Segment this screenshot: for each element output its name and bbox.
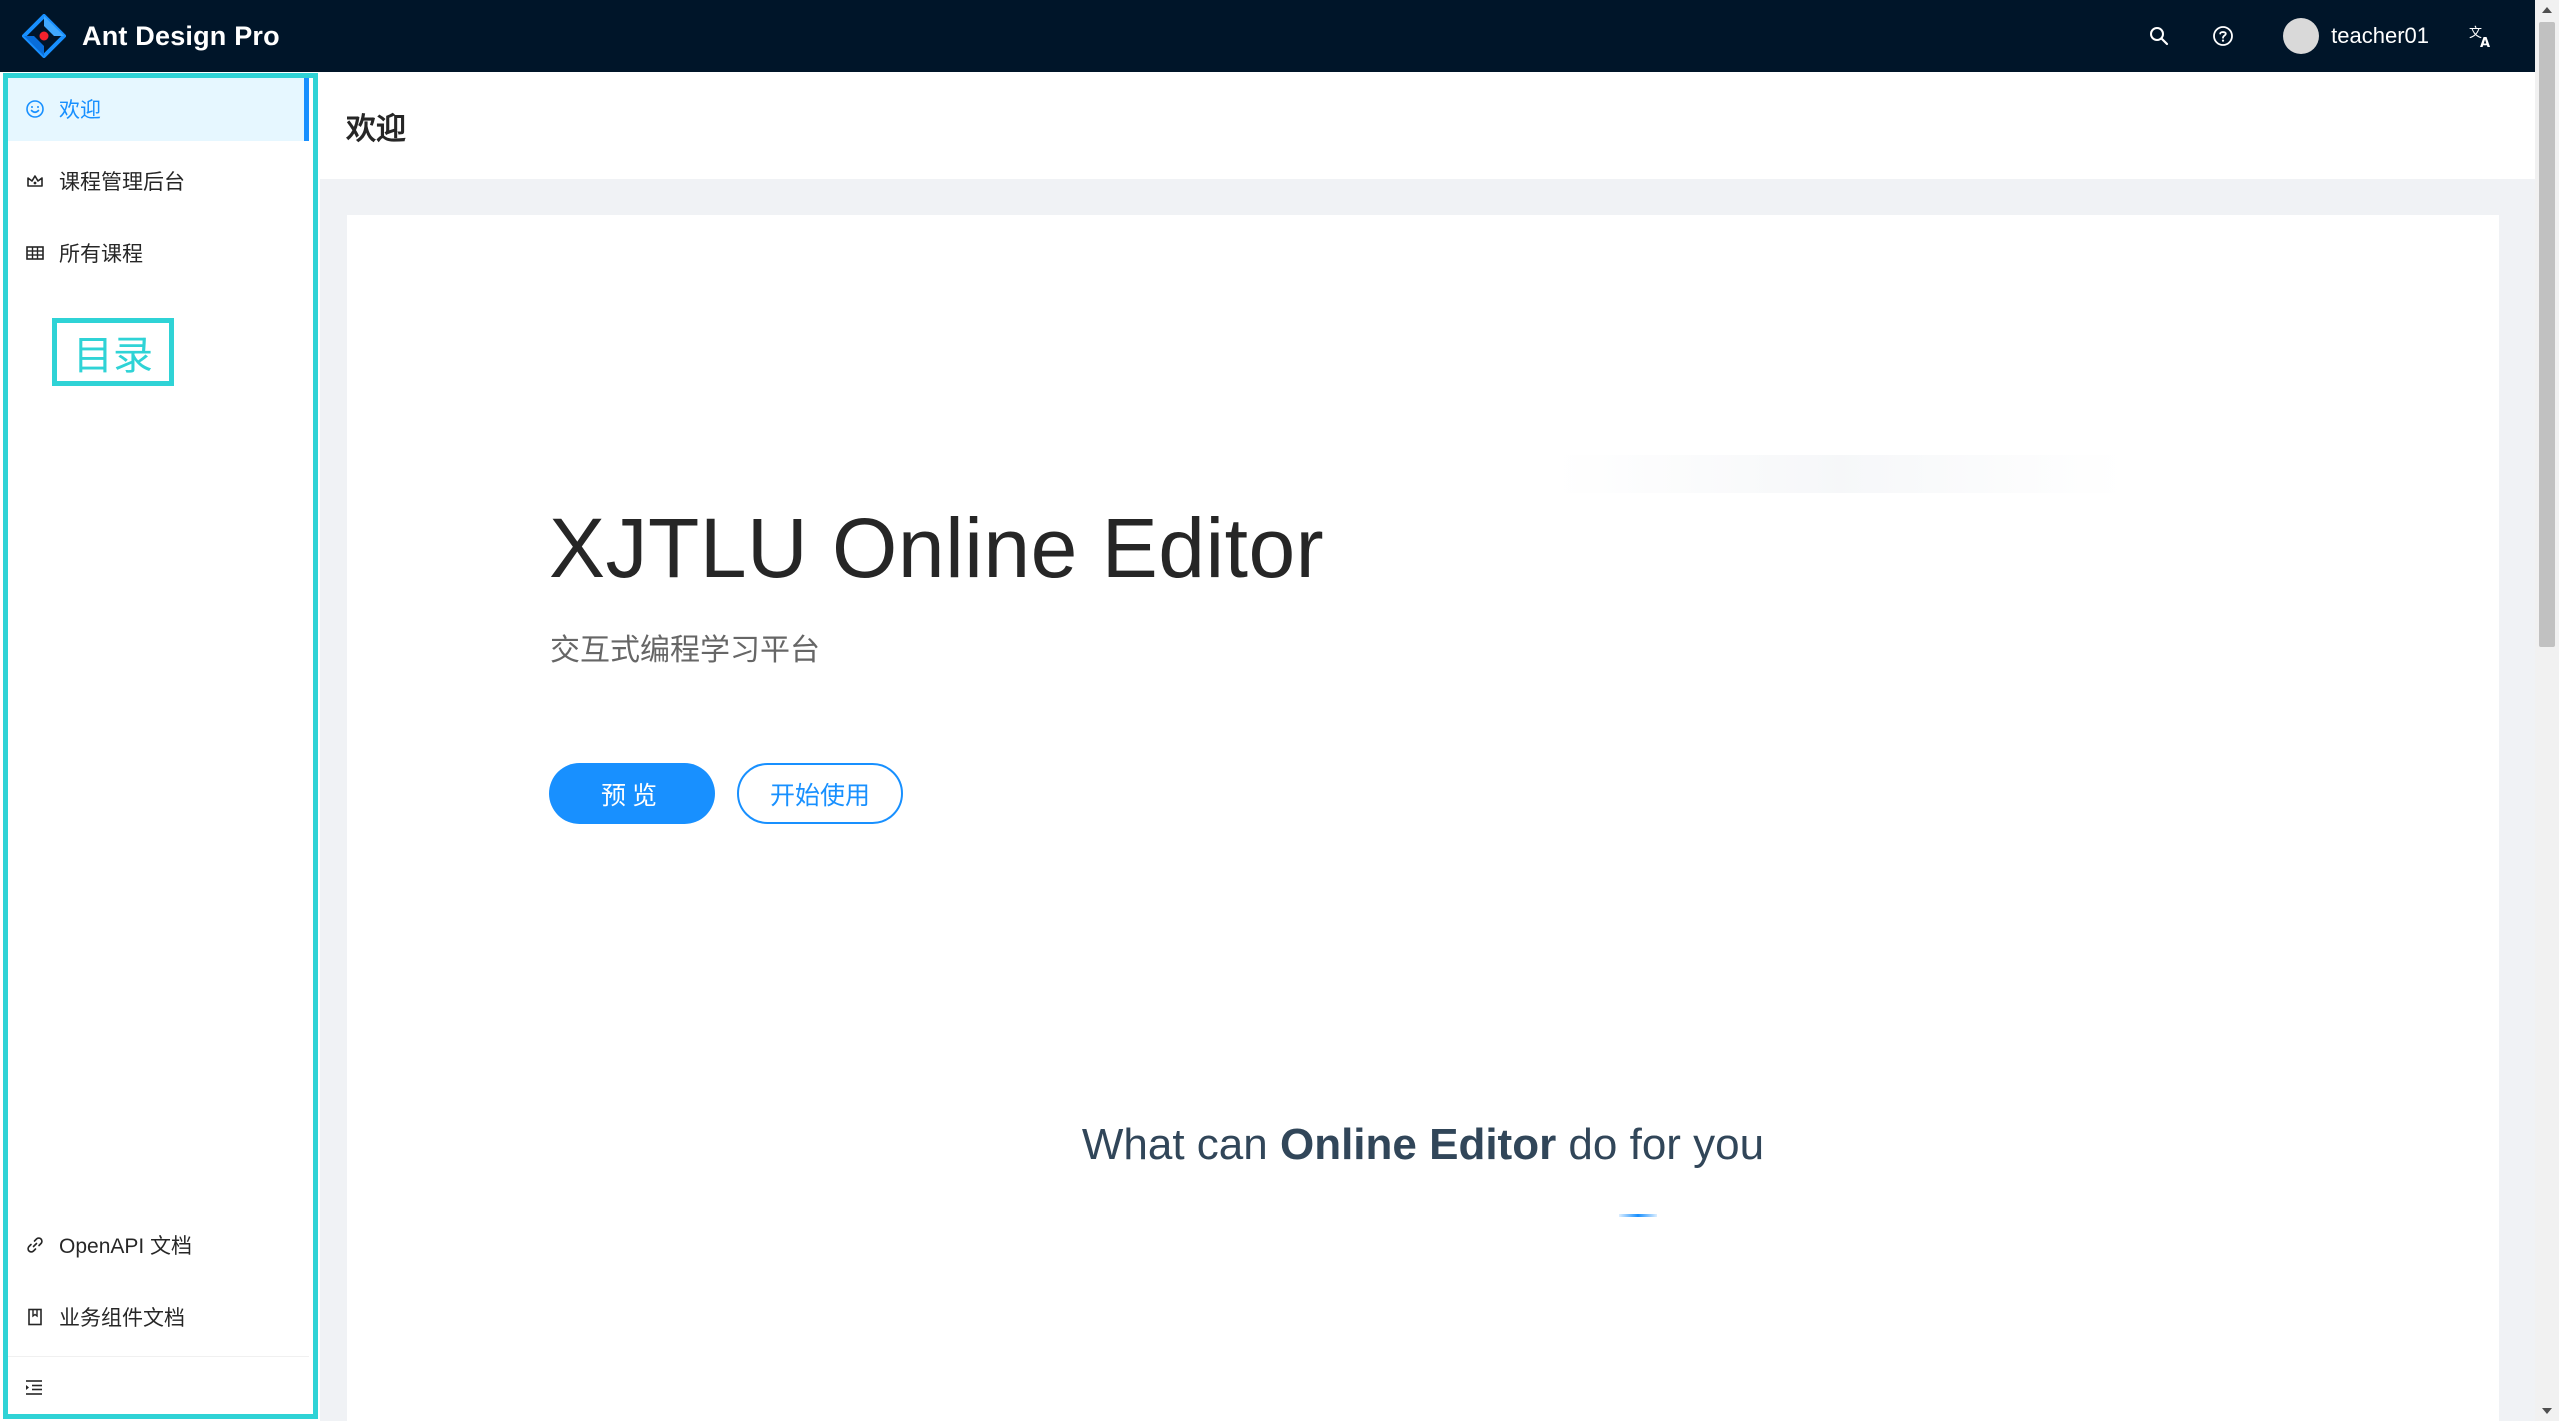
sidebar-item-label: 欢迎: [59, 99, 101, 122]
welcome-card: XJTLU Online Editor 交互式编程学习平台 预览 开始使用 Wh…: [347, 215, 2499, 1421]
sidebar-item-label: 业务组件文档: [59, 1307, 185, 1330]
feature-underline: [1619, 1214, 1657, 1217]
account-dropdown[interactable]: teacher01: [2255, 0, 2449, 72]
scroll-up-arrow[interactable]: [2535, 0, 2559, 20]
preview-button[interactable]: 预览: [549, 763, 715, 824]
sidebar-item-label: 课程管理后台: [59, 171, 185, 194]
sidebar-item-component-docs[interactable]: 业务组件文档: [8, 1285, 309, 1349]
ant-design-logo-icon: [22, 14, 66, 58]
page-title: 欢迎: [346, 112, 406, 146]
scroll-thumb[interactable]: [2539, 22, 2555, 647]
annotation-label: 目录: [52, 318, 174, 386]
crown-icon: [23, 169, 47, 193]
caret-up-icon: [2542, 7, 2552, 13]
sidebar-item-label: OpenAPI 文档: [59, 1235, 193, 1258]
book-icon: [23, 1305, 47, 1329]
top-header: Ant Design Pro teacher01 文 A: [0, 0, 2535, 72]
sidebar-collapse-button[interactable]: [8, 1356, 309, 1416]
smile-icon: [23, 97, 47, 121]
search-icon: [2150, 27, 2169, 46]
sidebar-item-welcome[interactable]: 欢迎: [8, 77, 309, 141]
table-icon: [23, 241, 47, 265]
hero-subtitle: 交互式编程学习平台: [550, 634, 820, 667]
search-button[interactable]: [2127, 0, 2191, 72]
feature-heading-suffix: do for you: [1556, 1120, 1765, 1169]
translation-icon: 文 A: [2469, 26, 2490, 49]
feature-heading-highlight: Online Editor: [1279, 1120, 1557, 1169]
logo-link[interactable]: Ant Design Pro: [0, 0, 280, 72]
page-scrollbar[interactable]: [2535, 0, 2559, 1421]
avatar: [2283, 18, 2320, 54]
language-button[interactable]: 文 A: [2449, 0, 2513, 72]
sidebar: 欢迎 课程管理后台 所有课程 目录 OpenAPI 文档 业务组件文档: [0, 72, 320, 1421]
page-header: 欢迎: [320, 72, 2535, 179]
question-circle-icon: [2213, 26, 2234, 46]
help-button[interactable]: [2191, 0, 2255, 72]
feature-heading-prefix: What can: [1081, 1120, 1280, 1169]
username: teacher01: [2331, 23, 2429, 48]
header-actions: teacher01 文 A: [2127, 0, 2535, 72]
feature-heading: What can Online Editor do for you: [347, 1120, 2499, 1170]
sidebar-item-openapi-docs[interactable]: OpenAPI 文档: [8, 1213, 309, 1277]
caret-down-icon: [2542, 1408, 2552, 1414]
sidebar-item-all-courses[interactable]: 所有课程: [8, 221, 309, 285]
sidebar-item-course-admin[interactable]: 课程管理后台: [8, 149, 309, 213]
app-title: Ant Design Pro: [82, 20, 280, 51]
hero-title: XJTLU Online Editor: [549, 501, 1325, 595]
link-icon: [23, 1233, 47, 1257]
scroll-down-arrow[interactable]: [2535, 1401, 2559, 1421]
get-started-button[interactable]: 开始使用: [737, 763, 903, 824]
sidebar-item-label: 所有课程: [59, 243, 143, 266]
menu-fold-icon: [26, 1379, 42, 1395]
hero-decoration: [1555, 455, 2125, 493]
svg-text:A: A: [2480, 36, 2490, 49]
